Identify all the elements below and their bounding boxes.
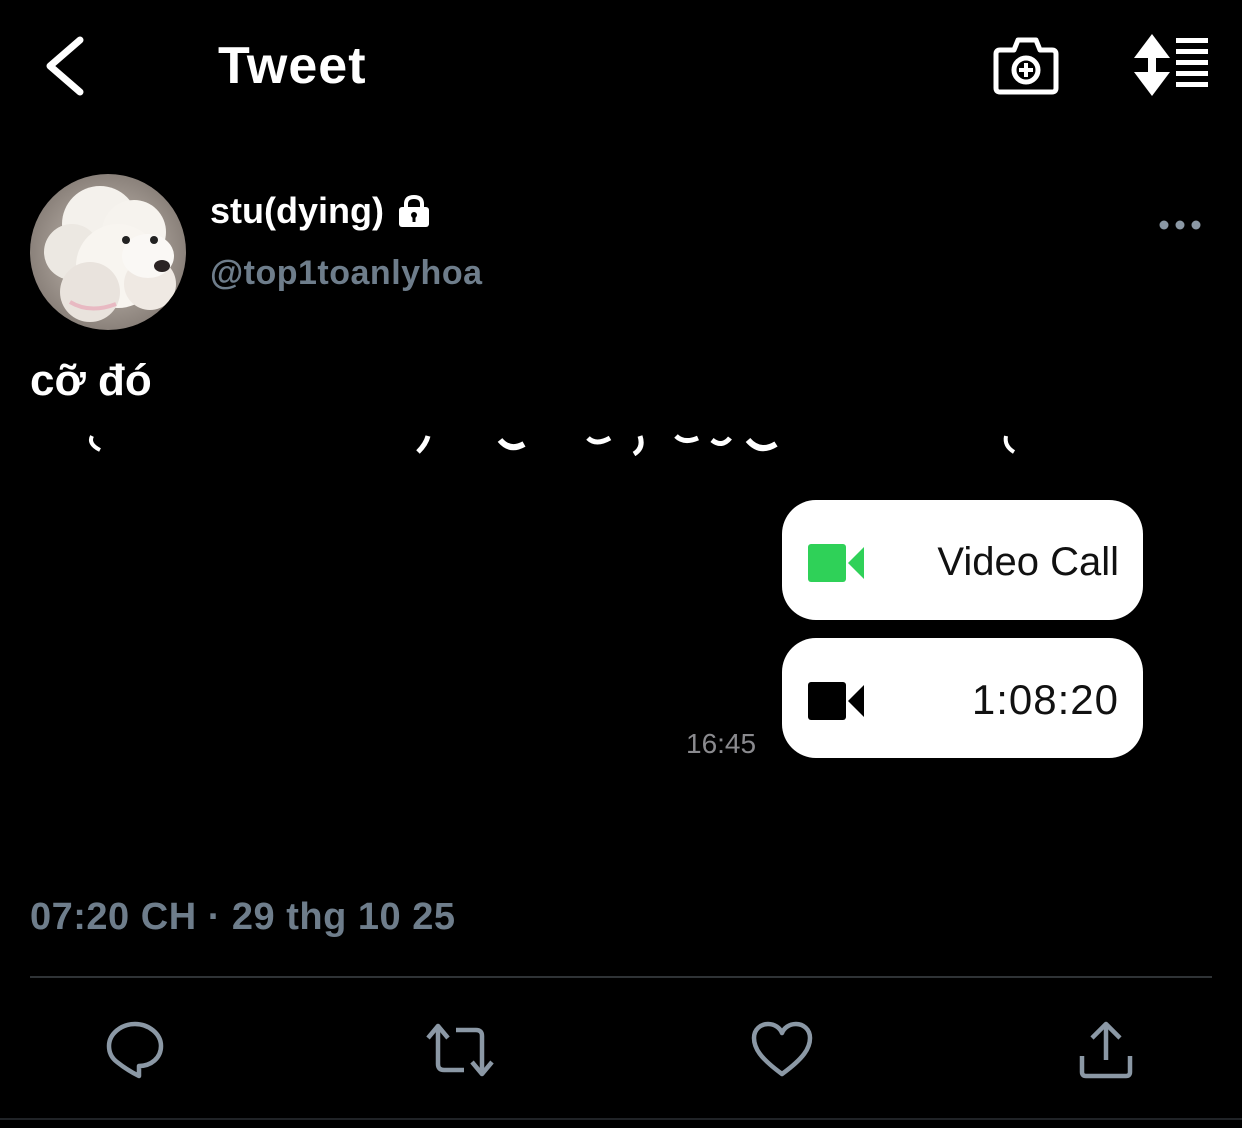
- poodle-avatar-image: [30, 174, 186, 330]
- more-options-button[interactable]: [1156, 210, 1204, 240]
- divider: [30, 976, 1212, 978]
- bottom-divider: [0, 1118, 1242, 1120]
- heart-icon: [751, 1021, 813, 1077]
- tweet-timestamp: 07:20 CH · 29 thg 10 25: [30, 896, 456, 938]
- back-button[interactable]: [36, 30, 100, 102]
- display-name[interactable]: stu(dying): [210, 190, 432, 232]
- share-button[interactable]: [1074, 1018, 1138, 1082]
- tweet-text: cỡ đó: [30, 356, 152, 405]
- header-title: Tweet: [218, 37, 367, 95]
- share-icon: [1079, 1021, 1133, 1079]
- more-horizontal-icon: [1159, 220, 1201, 230]
- video-camera-icon: [808, 682, 864, 720]
- camera-add-icon: [993, 37, 1059, 95]
- username[interactable]: @top1toanlyhoa: [210, 254, 483, 293]
- reply-icon: [106, 1021, 164, 1079]
- video-camera-icon: [808, 544, 864, 582]
- tweet-media-image[interactable]: [0, 420, 1242, 840]
- message-time: 16:45: [686, 728, 757, 759]
- video-call-label: Video Call: [937, 540, 1119, 584]
- video-call-bubble[interactable]: Video Call: [782, 500, 1143, 620]
- cropped-text-fragment: [89, 434, 1016, 456]
- tweet-detail-screen: Tweet stu(dying) @top1toanlyhoa cỡ đó Vi…: [0, 0, 1242, 1128]
- sort-list-icon: [1134, 34, 1208, 96]
- reply-button[interactable]: [103, 1018, 167, 1082]
- like-button[interactable]: [750, 1018, 814, 1082]
- call-duration: 1:08:20: [971, 676, 1119, 723]
- lock-icon: [398, 194, 429, 227]
- retweet-button[interactable]: [424, 1018, 494, 1082]
- camera-add-button[interactable]: [990, 30, 1062, 102]
- retweet-icon: [426, 1023, 494, 1077]
- avatar[interactable]: [30, 174, 186, 330]
- sort-button[interactable]: [1128, 32, 1212, 98]
- display-name-text: stu(dying): [210, 190, 384, 231]
- chevron-left-icon: [46, 36, 84, 96]
- call-duration-bubble[interactable]: 1:08:20: [782, 638, 1143, 758]
